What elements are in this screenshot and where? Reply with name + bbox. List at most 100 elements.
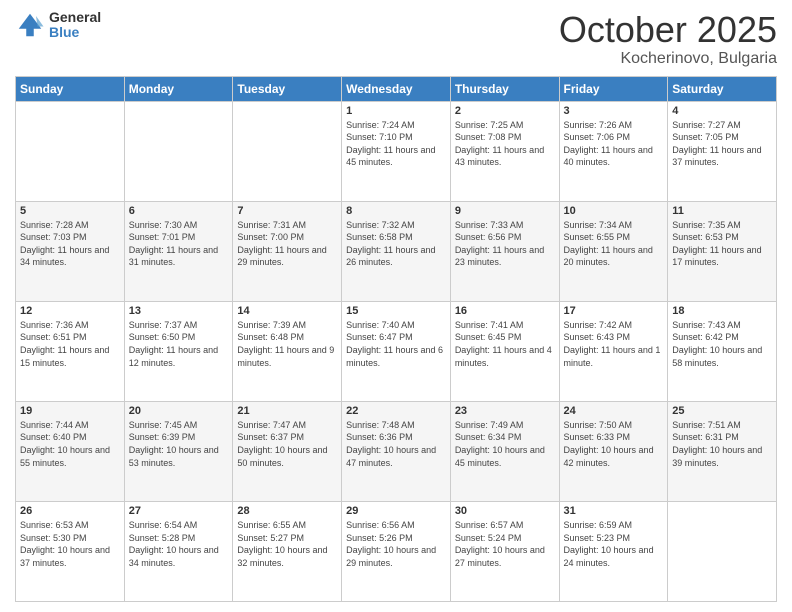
day-cell: 15 Sunrise: 7:40 AMSunset: 6:47 PMDayligh… (342, 301, 451, 401)
day-info: Sunrise: 6:59 AMSunset: 5:23 PMDaylight:… (564, 519, 664, 569)
day-info: Sunrise: 6:54 AMSunset: 5:28 PMDaylight:… (129, 519, 229, 569)
day-number: 14 (237, 305, 337, 317)
day-info: Sunrise: 7:31 AMSunset: 7:00 PMDaylight:… (237, 219, 337, 269)
week-row-2: 5 Sunrise: 7:28 AMSunset: 7:03 PMDaylight… (16, 201, 777, 301)
day-cell: 29 Sunrise: 6:56 AMSunset: 5:26 PMDayligh… (342, 501, 451, 601)
day-number: 7 (237, 205, 337, 217)
day-number: 11 (672, 205, 772, 217)
day-number: 19 (20, 405, 120, 417)
day-header-wednesday: Wednesday (342, 76, 451, 101)
day-cell: 30Sunrise: 6:57 AMSunset: 5:24 PMDayligh… (450, 501, 559, 601)
page: General Blue October 2025 Kocherinovo, B… (0, 0, 792, 612)
day-number: 27 (129, 505, 229, 517)
day-info: Sunrise: 7:42 AMSunset: 6:43 PMDaylight:… (564, 319, 664, 369)
day-cell: 7 Sunrise: 7:31 AMSunset: 7:00 PMDaylight… (233, 201, 342, 301)
day-info: Sunrise: 7:40 AMSunset: 6:47 PMDaylight:… (346, 319, 446, 369)
day-cell: 6Sunrise: 7:30 AMSunset: 7:01 PMDaylight… (124, 201, 233, 301)
day-header-friday: Friday (559, 76, 668, 101)
location-title: Kocherinovo, Bulgaria (559, 50, 777, 68)
day-header-monday: Monday (124, 76, 233, 101)
day-number: 26 (20, 505, 120, 517)
day-number: 29 (346, 505, 446, 517)
day-cell (668, 501, 777, 601)
logo-text: General Blue (49, 10, 101, 41)
logo-blue-label: Blue (49, 25, 101, 40)
calendar-table: SundayMondayTuesdayWednesdayThursdayFrid… (15, 76, 777, 602)
day-cell: 28 Sunrise: 6:55 AMSunset: 5:27 PMDayligh… (233, 501, 342, 601)
day-info: Sunrise: 6:53 AMSunset: 5:30 PMDaylight:… (20, 519, 120, 569)
day-info: Sunrise: 7:33 AMSunset: 6:56 PMDaylight:… (455, 219, 555, 269)
header: General Blue October 2025 Kocherinovo, B… (15, 10, 777, 68)
day-number: 5 (20, 205, 120, 217)
day-cell: 12Sunrise: 7:36 AMSunset: 6:51 PMDayligh… (16, 301, 125, 401)
day-number: 1 (346, 105, 446, 117)
day-info: Sunrise: 7:47 AMSunset: 6:37 PMDaylight:… (237, 419, 337, 469)
day-cell (16, 101, 125, 201)
day-cell: 17 Sunrise: 7:42 AMSunset: 6:43 PMDayligh… (559, 301, 668, 401)
day-number: 2 (455, 105, 555, 117)
day-cell: 19 Sunrise: 7:44 AMSunset: 6:40 PMDayligh… (16, 401, 125, 501)
day-number: 13 (129, 305, 229, 317)
day-info: Sunrise: 7:44 AMSunset: 6:40 PMDaylight:… (20, 419, 120, 469)
day-cell: 5 Sunrise: 7:28 AMSunset: 7:03 PMDaylight… (16, 201, 125, 301)
day-cell: 24 Sunrise: 7:50 AMSunset: 6:33 PMDayligh… (559, 401, 668, 501)
day-cell: 22Sunrise: 7:48 AMSunset: 6:36 PMDayligh… (342, 401, 451, 501)
day-info: Sunrise: 7:37 AMSunset: 6:50 PMDaylight:… (129, 319, 229, 369)
day-cell: 27 Sunrise: 6:54 AMSunset: 5:28 PMDayligh… (124, 501, 233, 601)
day-cell: 11 Sunrise: 7:35 AMSunset: 6:53 PMDayligh… (668, 201, 777, 301)
day-number: 20 (129, 405, 229, 417)
day-info: Sunrise: 6:57 AMSunset: 5:24 PMDaylight:… (455, 519, 555, 569)
day-header-saturday: Saturday (668, 76, 777, 101)
day-number: 6 (129, 205, 229, 217)
day-cell: 8Sunrise: 7:32 AMSunset: 6:58 PMDaylight… (342, 201, 451, 301)
day-number: 15 (346, 305, 446, 317)
day-cell: 2 Sunrise: 7:25 AMSunset: 7:08 PMDaylight… (450, 101, 559, 201)
day-cell: 20Sunrise: 7:45 AMSunset: 6:39 PMDayligh… (124, 401, 233, 501)
day-info: Sunrise: 7:36 AMSunset: 6:51 PMDaylight:… (20, 319, 120, 369)
day-cell (233, 101, 342, 201)
day-info: Sunrise: 6:56 AMSunset: 5:26 PMDaylight:… (346, 519, 446, 569)
day-number: 25 (672, 405, 772, 417)
day-info: Sunrise: 7:49 AMSunset: 6:34 PMDaylight:… (455, 419, 555, 469)
day-info: Sunrise: 7:27 AMSunset: 7:05 PMDaylight:… (672, 119, 772, 169)
day-info: Sunrise: 6:55 AMSunset: 5:27 PMDaylight:… (237, 519, 337, 569)
day-number: 23 (455, 405, 555, 417)
day-number: 22 (346, 405, 446, 417)
day-header-tuesday: Tuesday (233, 76, 342, 101)
day-info: Sunrise: 7:24 AMSunset: 7:10 PMDaylight:… (346, 119, 446, 169)
day-cell: 25 Sunrise: 7:51 AMSunset: 6:31 PMDayligh… (668, 401, 777, 501)
day-cell: 26 Sunrise: 6:53 AMSunset: 5:30 PMDayligh… (16, 501, 125, 601)
day-number: 8 (346, 205, 446, 217)
day-cell: 16Sunrise: 7:41 AMSunset: 6:45 PMDayligh… (450, 301, 559, 401)
day-cell: 18Sunrise: 7:43 AMSunset: 6:42 PMDayligh… (668, 301, 777, 401)
month-title: October 2025 (559, 10, 777, 50)
logo-icon (15, 10, 45, 40)
logo: General Blue (15, 10, 101, 41)
day-info: Sunrise: 7:39 AMSunset: 6:48 PMDaylight:… (237, 319, 337, 369)
day-header-thursday: Thursday (450, 76, 559, 101)
day-cell: 1 Sunrise: 7:24 AMSunset: 7:10 PMDaylight… (342, 101, 451, 201)
day-info: Sunrise: 7:50 AMSunset: 6:33 PMDaylight:… (564, 419, 664, 469)
title-section: October 2025 Kocherinovo, Bulgaria (559, 10, 777, 68)
day-info: Sunrise: 7:35 AMSunset: 6:53 PMDaylight:… (672, 219, 772, 269)
day-number: 9 (455, 205, 555, 217)
day-info: Sunrise: 7:25 AMSunset: 7:08 PMDaylight:… (455, 119, 555, 169)
day-cell: 3Sunrise: 7:26 AMSunset: 7:06 PMDaylight… (559, 101, 668, 201)
day-cell: 21Sunrise: 7:47 AMSunset: 6:37 PMDayligh… (233, 401, 342, 501)
day-cell (124, 101, 233, 201)
day-number: 24 (564, 405, 664, 417)
day-info: Sunrise: 7:28 AMSunset: 7:03 PMDaylight:… (20, 219, 120, 269)
day-info: Sunrise: 7:51 AMSunset: 6:31 PMDaylight:… (672, 419, 772, 469)
day-info: Sunrise: 7:41 AMSunset: 6:45 PMDaylight:… (455, 319, 555, 369)
day-info: Sunrise: 7:26 AMSunset: 7:06 PMDaylight:… (564, 119, 664, 169)
day-cell: 13 Sunrise: 7:37 AMSunset: 6:50 PMDayligh… (124, 301, 233, 401)
day-info: Sunrise: 7:34 AMSunset: 6:55 PMDaylight:… (564, 219, 664, 269)
day-info: Sunrise: 7:43 AMSunset: 6:42 PMDaylight:… (672, 319, 772, 369)
day-cell: 14 Sunrise: 7:39 AMSunset: 6:48 PMDayligh… (233, 301, 342, 401)
day-number: 28 (237, 505, 337, 517)
day-number: 17 (564, 305, 664, 317)
day-cell: 9 Sunrise: 7:33 AMSunset: 6:56 PMDaylight… (450, 201, 559, 301)
week-row-3: 12Sunrise: 7:36 AMSunset: 6:51 PMDayligh… (16, 301, 777, 401)
week-row-1: 1 Sunrise: 7:24 AMSunset: 7:10 PMDaylight… (16, 101, 777, 201)
day-number: 4 (672, 105, 772, 117)
